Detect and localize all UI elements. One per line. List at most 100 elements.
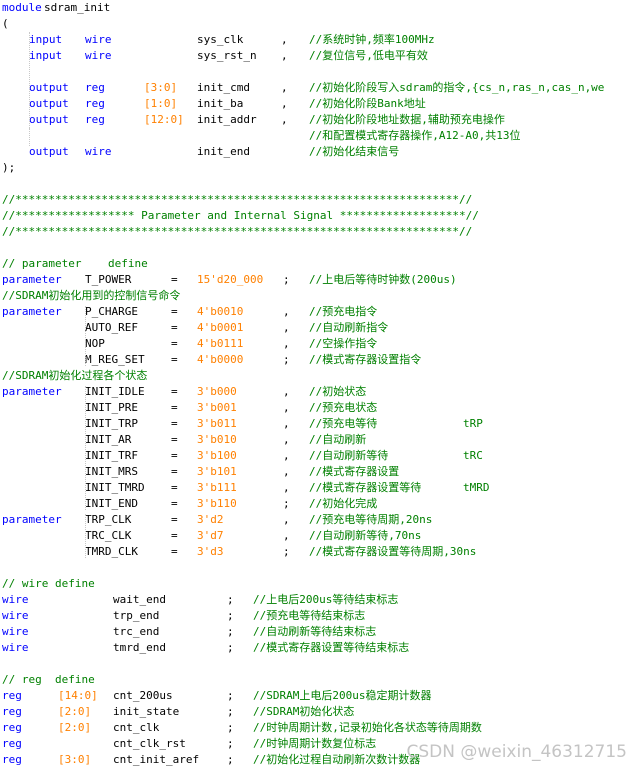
- identifier: TRP_CLK: [85, 513, 132, 526]
- code-line: wire wait_end; //上电后200us等待结束标志: [0, 592, 641, 608]
- comment: //时钟周期计数,记录初始化各状态等待周期数: [253, 721, 482, 734]
- code-line: reg [2:0] init_state; //SDRAM初始化状态: [0, 704, 641, 720]
- punctuation: ;: [227, 609, 234, 622]
- identifier: INIT_PRE: [85, 401, 138, 414]
- code-line: INIT_END = 3'b110; //初始化完成: [0, 496, 641, 512]
- punctuation: ,: [283, 433, 290, 446]
- punctuation: ,: [281, 81, 288, 94]
- punctuation: ,: [283, 465, 290, 478]
- code-line: TMRD_CLK = 3'd3; //模式寄存器设置等待周期,30ns: [0, 544, 641, 560]
- comment: tRC: [463, 449, 483, 462]
- comment: // wire define: [2, 577, 95, 590]
- number-literal: [3:0]: [58, 753, 92, 766]
- keyword: reg: [85, 97, 105, 110]
- punctuation: =: [171, 529, 178, 542]
- punctuation: =: [171, 513, 178, 526]
- code-line: //和配置模式寄存器操作,A12-A0,共13位: [0, 128, 641, 144]
- keyword: parameter: [2, 273, 62, 286]
- punctuation: ;: [283, 353, 290, 366]
- keyword: wire: [2, 609, 29, 622]
- identifier: (: [2, 17, 9, 30]
- keyword: wire: [85, 145, 112, 158]
- number-literal: 4'b0001: [197, 321, 244, 334]
- identifier: INIT_IDLE: [85, 385, 145, 398]
- identifier: wait_end: [113, 593, 166, 606]
- punctuation: ,: [283, 513, 290, 526]
- identifier: INIT_MRS: [85, 465, 138, 478]
- code-line: parameter P_CHARGE = 4'b0010, //预充电指令: [0, 304, 641, 320]
- punctuation: =: [171, 321, 178, 334]
- number-literal: 3'd7: [197, 529, 224, 542]
- code-line: input wire sys_clk, //系统时钟,频率100MHz: [0, 32, 641, 48]
- keyword: reg: [2, 753, 22, 766]
- comment: //SDRAM上电后200us稳定期计数器: [253, 689, 432, 702]
- keyword: output: [29, 113, 69, 126]
- number-literal: 4'b0010: [197, 305, 244, 318]
- punctuation: ,: [281, 33, 288, 46]
- comment: //模式寄存器设置: [309, 465, 400, 478]
- comment: //自动刷新等待结束标志: [253, 625, 377, 638]
- identifier: INIT_TRP: [85, 417, 138, 430]
- code-line: M_REG_SET = 4'b0000; //模式寄存器设置指令: [0, 352, 641, 368]
- keyword: wire: [2, 641, 29, 654]
- comment: //预充电指令: [309, 305, 378, 318]
- code-editor: module sdram_init( input wire sys_clk,//系统时钟…: [0, 0, 641, 774]
- code-line: parameter TRP_CLK = 3'd2, //预充电等待周期,20ns: [0, 512, 641, 528]
- identifier: TRC_CLK: [85, 529, 132, 542]
- code-line: // wire define: [0, 576, 641, 592]
- punctuation: ;: [227, 705, 234, 718]
- comment: //初始化阶段写入sdram的指令,{cs_n,ras_n,cas_n,we: [309, 81, 605, 94]
- number-literal: 3'b011: [197, 417, 237, 430]
- punctuation: ;: [227, 625, 234, 638]
- number-literal: 3'b000: [197, 385, 237, 398]
- punctuation: =: [171, 449, 178, 462]
- watermark: CSDN @weixin_46312715: [406, 742, 627, 762]
- indent-guide: [85, 386, 86, 510]
- comment: //****************** Parameter and Inter…: [2, 209, 479, 222]
- code-line: wire trc_end; //自动刷新等待结束标志: [0, 624, 641, 640]
- punctuation: =: [171, 385, 178, 398]
- code-line: //****************** Parameter and Inter…: [0, 208, 641, 224]
- keyword: output: [29, 97, 69, 110]
- identifier: M_REG_SET: [85, 353, 145, 366]
- identifier: trp_end: [113, 609, 160, 622]
- number-literal: 3'b110: [197, 497, 237, 510]
- punctuation: =: [171, 417, 178, 430]
- code-line: module sdram_init: [0, 0, 641, 16]
- punctuation: ,: [283, 321, 290, 334]
- identifier: trc_end: [113, 625, 160, 638]
- keyword: wire: [85, 49, 112, 62]
- identifier: init_state: [113, 705, 180, 718]
- number-literal: 3'd2: [197, 513, 224, 526]
- number-literal: 3'b111: [197, 481, 237, 494]
- punctuation: ,: [283, 449, 290, 462]
- code-line: INIT_TRP = 3'b011, //预充电等待 tRP: [0, 416, 641, 432]
- comment: //上电后200us等待结束标志: [253, 593, 399, 606]
- punctuation: ,: [281, 49, 288, 62]
- code-line: // parameter define: [0, 256, 641, 272]
- punctuation: =: [171, 353, 178, 366]
- keyword: output: [29, 145, 69, 158]
- keyword: parameter: [2, 385, 62, 398]
- code-line: output reg [1:0] init_ba, //初始化阶段Bank地址: [0, 96, 641, 112]
- comment: //初始状态: [309, 385, 367, 398]
- punctuation: ;: [283, 497, 290, 510]
- number-literal: 3'd3: [197, 545, 224, 558]
- comment: //SDRAM初始化过程各个状态: [2, 369, 148, 382]
- identifier: init_addr: [197, 113, 257, 126]
- punctuation: ,: [283, 305, 290, 318]
- keyword: reg: [2, 721, 22, 734]
- indent-guide: [85, 514, 86, 558]
- number-literal: [14:0]: [58, 689, 98, 702]
- identifier: init_cmd: [197, 81, 250, 94]
- identifier: cnt_200us: [113, 689, 173, 702]
- comment: // reg define: [2, 673, 95, 686]
- number-literal: 3'b101: [197, 465, 237, 478]
- code-line: //**************************************…: [0, 224, 641, 240]
- identifier: AUTO_REF: [85, 321, 138, 334]
- keyword: reg: [2, 737, 22, 750]
- code-line: //SDRAM初始化过程各个状态: [0, 368, 641, 384]
